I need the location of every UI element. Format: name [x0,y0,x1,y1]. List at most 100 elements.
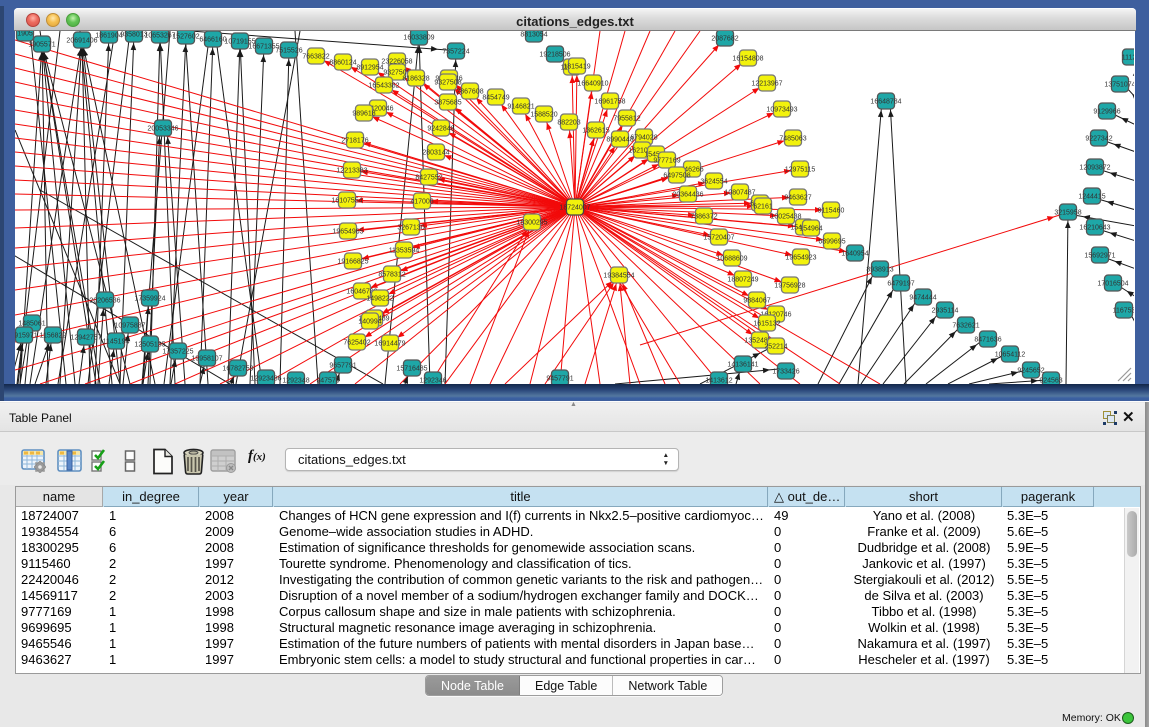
svg-text:9129966: 9129966 [1093,109,1120,116]
svg-text:18300295: 18300295 [516,220,547,227]
svg-text:1498222: 1498222 [366,296,393,303]
svg-text:19166825: 19166825 [337,259,368,266]
svg-text:9245652: 9245652 [1017,368,1044,375]
svg-text:1615132: 1615132 [753,321,780,328]
svg-text:417006: 417006 [410,199,433,206]
svg-text:3624554: 3624554 [700,179,727,186]
svg-text:16543382: 16543382 [368,83,399,90]
svg-text:1527602: 1527602 [172,34,199,41]
svg-text:12975115: 12975115 [785,167,816,174]
svg-text:2718176: 2718176 [341,138,368,145]
svg-text:20691406: 20691406 [66,38,97,45]
svg-text:9463627: 9463627 [784,195,811,202]
svg-text:20053346: 20053346 [147,126,178,133]
svg-text:3915971: 3915971 [15,333,38,340]
svg-text:2935114: 2935114 [932,308,959,315]
svg-text:10688609: 10688609 [716,256,747,263]
svg-text:882203: 882203 [557,120,580,127]
svg-text:1362615: 1362615 [582,128,609,135]
svg-text:7625402: 7625402 [343,340,370,347]
svg-text:3267130: 3267130 [397,225,424,232]
svg-text:19384554: 19384554 [603,273,634,280]
svg-text:1905571: 1905571 [28,42,55,49]
svg-text:1905: 1905 [17,31,33,38]
svg-text:12942757: 12942757 [70,335,101,342]
svg-text:11353594: 11353594 [389,248,420,255]
svg-text:2087682: 2087682 [711,36,738,43]
svg-text:19654965: 19654965 [332,229,363,236]
svg-text:7632621: 7632621 [952,323,979,330]
svg-text:7485063: 7485063 [779,136,806,143]
svg-text:7663822: 7663822 [302,54,329,61]
svg-text:989618: 989618 [352,111,375,118]
svg-text:17016504: 17016504 [1097,281,1128,288]
svg-text:8578312: 8578312 [378,272,405,279]
svg-text:12093872: 12093872 [1079,165,1110,172]
svg-text:10975887: 10975887 [114,323,145,330]
svg-text:20206536: 20206536 [89,298,120,305]
svg-text:154964: 154964 [799,226,822,233]
svg-text:1815419: 1815419 [563,64,590,71]
svg-text:17357225: 17357225 [162,349,193,356]
svg-text:19958107: 19958107 [191,356,222,363]
svg-text:1156829: 1156829 [40,333,67,340]
svg-text:12923486: 12923486 [250,376,281,383]
svg-text:9657791: 9657791 [329,363,356,370]
svg-text:1244415: 1244415 [1078,194,1105,201]
svg-text:252214: 252214 [764,344,787,351]
svg-text:6794028: 6794028 [630,135,657,142]
svg-text:3215958: 3215958 [1054,210,1081,217]
svg-text:19654923: 19654923 [785,255,816,262]
svg-text:13751074: 13751074 [1104,82,1134,89]
svg-text:8938913: 8938913 [866,267,893,274]
svg-text:9777169: 9777169 [653,158,680,165]
svg-text:7955812: 7955812 [613,116,640,123]
svg-text:9115460: 9115460 [818,208,845,215]
svg-text:18724007: 18724007 [559,205,590,212]
svg-text:16640910: 16640910 [577,81,608,88]
svg-text:2803144: 2803144 [422,150,449,157]
svg-text:11123: 11123 [1122,55,1134,62]
svg-text:1145194: 1145194 [103,339,130,346]
svg-text:10653267: 10653267 [144,33,175,40]
svg-text:16648784: 16648784 [870,99,901,106]
svg-text:10973493: 10973493 [766,107,797,114]
svg-text:19218506: 19218506 [539,52,570,59]
svg-text:12505135: 12505135 [134,342,165,349]
svg-text:14136141: 14136141 [727,362,758,369]
svg-text:1861904: 1861904 [95,33,122,40]
svg-text:8471636: 8471636 [974,337,1001,344]
svg-text:9474444: 9474444 [909,295,936,302]
svg-text:18807249: 18807249 [727,277,758,284]
svg-text:3875685: 3875685 [434,100,461,107]
svg-text:10807487: 10807487 [724,190,755,197]
svg-text:19756928: 19756928 [774,283,805,290]
svg-text:2867608: 2867608 [456,89,483,96]
svg-text:12213383: 12213383 [336,168,367,175]
svg-text:9242848: 9242848 [427,126,454,133]
svg-text:15720407: 15720407 [703,235,734,242]
svg-text:15716485: 15716485 [396,366,427,373]
svg-text:8186328: 8186328 [402,76,429,83]
svg-text:16914479: 16914479 [374,341,405,348]
svg-text:9884067: 9884067 [743,298,770,305]
svg-text:1733426: 1733426 [772,369,799,376]
svg-text:7515526: 7515526 [275,48,302,55]
svg-text:140994: 140994 [358,319,381,326]
svg-text:1640954: 1640954 [841,251,868,258]
svg-text:9457791: 9457791 [546,376,573,383]
svg-text:116753: 116753 [1113,308,1134,315]
svg-text:6497508: 6497508 [663,173,690,180]
svg-text:6899695: 6899695 [818,239,845,246]
svg-text:9146821: 9146821 [507,104,534,111]
svg-text:1588520: 1588520 [530,112,557,119]
svg-text:10654112: 10654112 [995,352,1026,359]
svg-text:8912954: 8912954 [356,65,383,72]
svg-text:16961758: 16961758 [594,99,625,106]
svg-text:12213967: 12213967 [751,81,782,88]
svg-text:7386372: 7386372 [690,214,717,221]
svg-text:17359924: 17359924 [134,296,165,303]
svg-text:16107554: 16107554 [331,198,362,205]
svg-text:7357224: 7357224 [442,49,469,56]
svg-text:6466160: 6466160 [199,37,226,44]
